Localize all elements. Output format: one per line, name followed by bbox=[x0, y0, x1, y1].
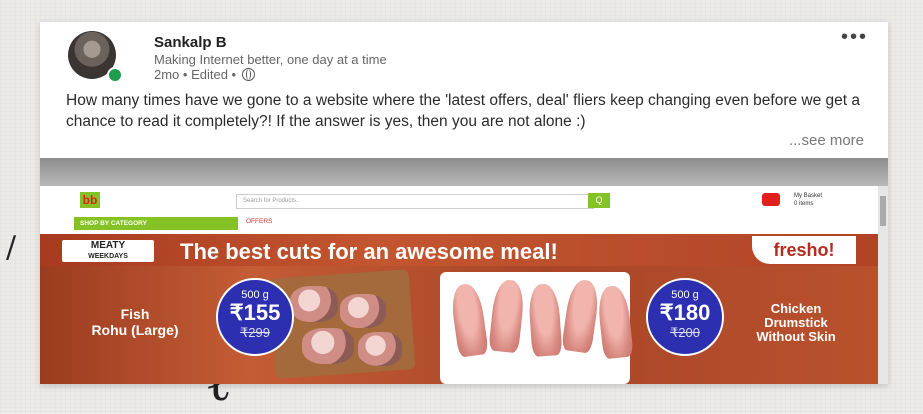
fish-piece-image bbox=[340, 294, 386, 328]
globe-icon bbox=[241, 68, 255, 81]
offers-link: OFFERS bbox=[246, 218, 273, 225]
basket-label-line2: 0 items bbox=[794, 201, 814, 207]
more-options-button[interactable]: ••• bbox=[841, 26, 868, 49]
shop-by-category-button: SHOP BY CATEGORY bbox=[74, 217, 238, 230]
bigbasket-logo: bb bbox=[80, 192, 100, 208]
fish-price-badge: 500 g ₹155 ₹299 bbox=[216, 278, 294, 356]
chicken-price-badge: 500 g ₹180 ₹200 bbox=[646, 278, 724, 356]
chicken-old-price: ₹200 bbox=[670, 325, 700, 340]
site-header: bb Search for Products.. Q SHOP BY CATEG… bbox=[40, 186, 888, 234]
meaty-weekdays-badge: MEATY WEEKDAYS bbox=[62, 240, 154, 262]
search-input: Search for Products.. bbox=[236, 194, 594, 209]
banner-headline: The best cuts for an awesome meal! bbox=[180, 239, 558, 264]
see-more-link[interactable]: ...see more bbox=[784, 132, 864, 149]
post-meta: 2mo • Edited • bbox=[154, 67, 255, 82]
chicken-label-line3: Without Skin bbox=[756, 329, 836, 344]
chicken-price: ₹180 bbox=[659, 300, 711, 325]
fish-piece-image bbox=[302, 328, 354, 364]
basket-label-line1: My Basket bbox=[794, 193, 823, 199]
offer-banner: MEATY WEEKDAYS The best cuts for an awes… bbox=[40, 234, 878, 384]
chicken-label-line2: Drumstick bbox=[764, 315, 828, 330]
handwritten-doodle-left: / bbox=[6, 230, 17, 265]
search-icon: Q bbox=[588, 193, 610, 208]
screenshot-top-strip bbox=[40, 158, 888, 186]
author-tagline: Making Internet better, one day at a tim… bbox=[154, 52, 387, 67]
fish-label-line1: Fish bbox=[120, 306, 150, 322]
chicken-label-line1: Chicken bbox=[770, 301, 822, 316]
post-text: How many times have we gone to a website… bbox=[66, 92, 861, 130]
basket-label: My Basket 0 items bbox=[794, 192, 822, 208]
chicken-product-label: Chicken Drumstick Without Skin bbox=[726, 302, 866, 344]
post-meta-text: 2mo • Edited • bbox=[154, 67, 237, 82]
fish-label-line2: Rohu (Large) bbox=[91, 322, 179, 338]
badge-line2: WEEKDAYS bbox=[88, 253, 128, 260]
fish-piece-image bbox=[358, 332, 402, 366]
linkedin-post-card: Sankalp B Making Internet better, one da… bbox=[40, 22, 888, 384]
badge-line1: MEATY bbox=[90, 240, 126, 251]
fish-price: ₹155 bbox=[229, 300, 281, 325]
scrollbar bbox=[878, 186, 888, 384]
online-status-icon bbox=[107, 67, 123, 83]
fresho-logo: fresho! bbox=[752, 236, 856, 264]
fish-old-price: ₹299 bbox=[240, 325, 270, 340]
fish-product-label: Fish Rohu (Large) bbox=[70, 306, 200, 338]
basket-icon bbox=[762, 193, 780, 206]
author-name[interactable]: Sankalp B bbox=[154, 34, 227, 51]
embedded-website-screenshot[interactable]: bb Search for Products.. Q SHOP BY CATEG… bbox=[40, 158, 888, 384]
fish-piece-image bbox=[290, 286, 338, 322]
